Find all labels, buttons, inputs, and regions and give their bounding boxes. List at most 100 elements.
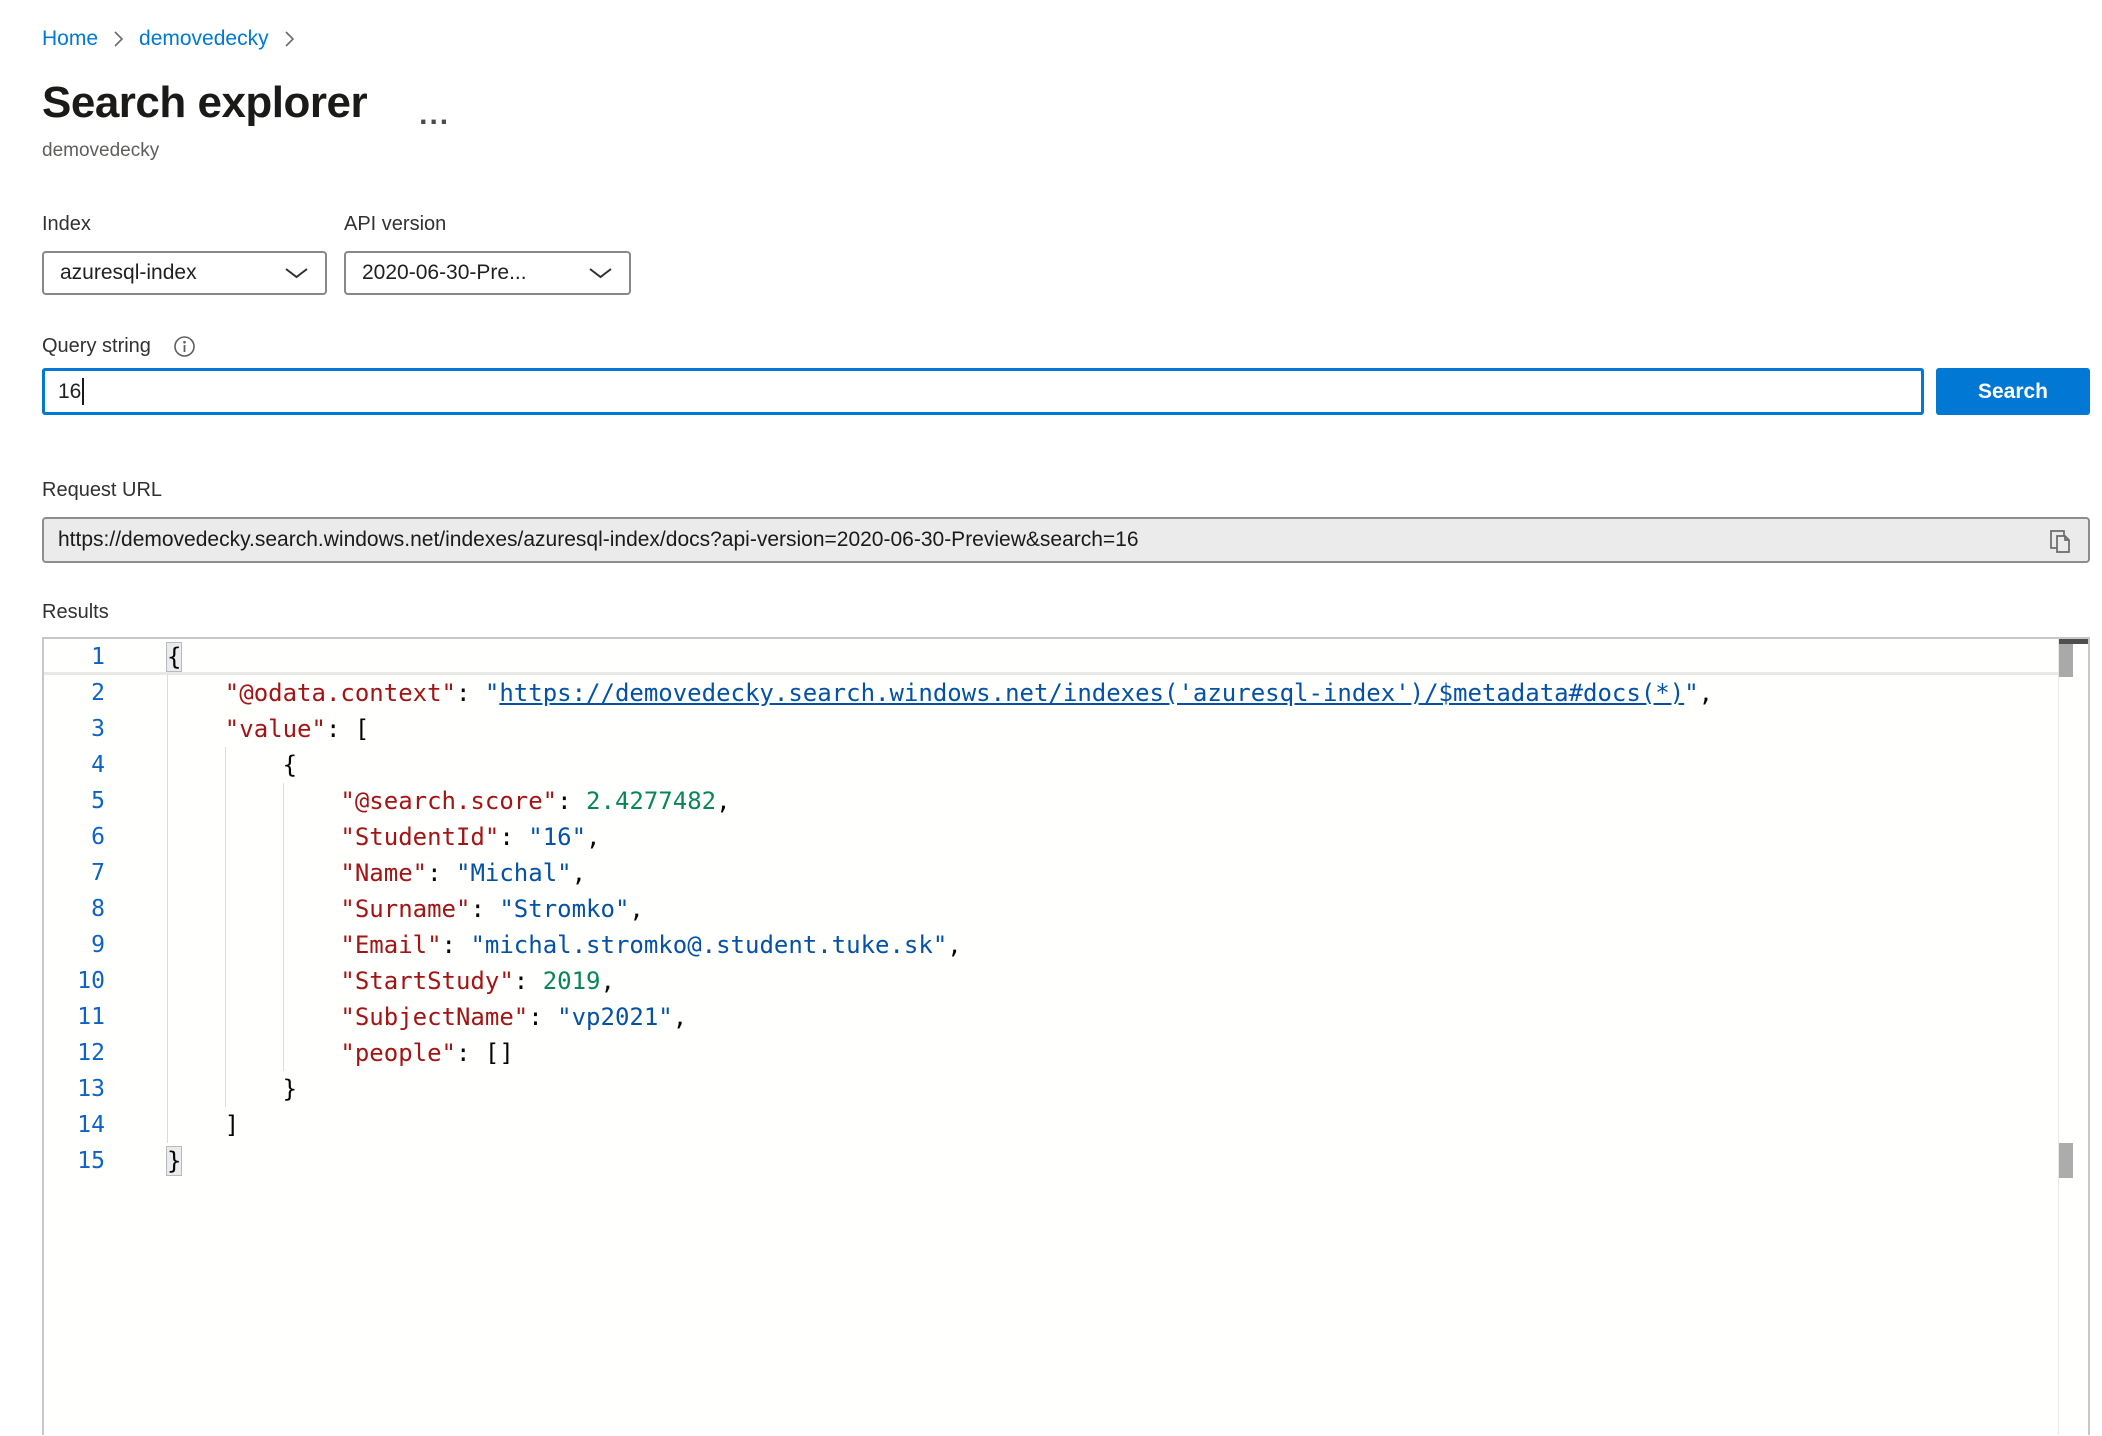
code-segment: , <box>1699 679 1713 707</box>
code-segment: "Surname" <box>340 895 470 923</box>
indent-guide <box>167 747 168 783</box>
code-line-content: "@odata.context": "https://demovedecky.s… <box>105 675 2058 711</box>
code-segment: [] <box>485 1039 514 1067</box>
indent-guide <box>225 819 226 855</box>
code-segment: , <box>673 1003 687 1031</box>
code-segment <box>167 679 225 707</box>
code-segment: "@search.score" <box>340 787 557 815</box>
code-segment: : <box>456 679 485 707</box>
indent-guide <box>225 963 226 999</box>
results-label: Results <box>42 601 2090 626</box>
text-caret <box>82 378 84 405</box>
line-number: 7 <box>44 855 105 891</box>
results-editor-lines: 1{2 "@odata.context": "https://demovedec… <box>44 639 2058 1179</box>
code-line-content: "value": [ <box>105 711 2058 747</box>
index-dropdown[interactable]: azuresql-index <box>42 251 327 295</box>
code-line: 9 "Email": "michal.stromko@.student.tuke… <box>44 927 2058 963</box>
scrollbar-thumb[interactable] <box>2059 644 2073 677</box>
code-segment <box>167 1039 340 1067</box>
code-segment: : <box>442 931 471 959</box>
code-segment: "Stromko" <box>499 895 629 923</box>
code-segment: , <box>586 823 600 851</box>
code-line: 14 ] <box>44 1107 2058 1143</box>
code-line-content: { <box>105 747 2058 783</box>
indent-guide <box>225 747 226 783</box>
code-segment: ] <box>225 1111 239 1139</box>
indent-guide <box>283 819 284 855</box>
indent-guide <box>167 675 168 711</box>
code-segment: , <box>600 967 614 995</box>
code-line-content: "Email": "michal.stromko@.student.tuke.s… <box>105 927 2058 963</box>
code-line: 5 "@search.score": 2.4277482, <box>44 783 2058 819</box>
copy-icon[interactable] <box>2046 527 2076 557</box>
indent-guide <box>167 999 168 1035</box>
code-line: 13 } <box>44 1071 2058 1107</box>
scrollbar-bracket-mark <box>2059 1143 2073 1178</box>
code-link[interactable]: https://demovedecky.search.windows.net/i… <box>499 679 1684 707</box>
indent-guide <box>283 927 284 963</box>
info-icon[interactable] <box>173 335 196 358</box>
line-number: 14 <box>44 1107 105 1143</box>
code-segment: "Michal" <box>456 859 572 887</box>
code-segment: "vp2021" <box>557 1003 673 1031</box>
code-segment <box>167 895 340 923</box>
line-number: 3 <box>44 711 105 747</box>
more-commands-button[interactable]: ... <box>419 106 450 124</box>
query-input[interactable]: 16 <box>42 368 1924 415</box>
code-segment: "value" <box>225 715 326 743</box>
code-segment: " <box>1684 679 1698 707</box>
line-number: 1 <box>44 639 105 672</box>
index-dropdown-value: azuresql-index <box>60 261 274 285</box>
query-input-value: 16 <box>58 380 81 404</box>
line-number: 8 <box>44 891 105 927</box>
results-editor[interactable]: 1{2 "@odata.context": "https://demovedec… <box>42 637 2090 1435</box>
code-line-content: "@search.score": 2.4277482, <box>105 783 2058 819</box>
indent-guide <box>167 1035 168 1071</box>
indent-guide <box>167 927 168 963</box>
code-line: 15} <box>44 1143 2058 1179</box>
code-line-content: { <box>105 639 2058 672</box>
indent-guide <box>167 1071 168 1107</box>
request-url-field[interactable]: https://demovedecky.search.windows.net/i… <box>42 517 2090 563</box>
code-line: 12 "people": [] <box>44 1035 2058 1071</box>
code-line-content: } <box>105 1143 2058 1179</box>
page-title: Search explorer <box>42 78 367 128</box>
code-segment: "SubjectName" <box>340 1003 528 1031</box>
page-subtitle: demovedecky <box>42 140 2102 162</box>
code-segment: { <box>283 751 297 779</box>
code-segment: "StartStudy" <box>340 967 513 995</box>
line-number: 11 <box>44 999 105 1035</box>
indent-guide <box>225 855 226 891</box>
code-line: 8 "Surname": "Stromko", <box>44 891 2058 927</box>
search-explorer-page: Home demovedecky Search explorer ... dem… <box>0 0 2102 1435</box>
indent-guide <box>283 891 284 927</box>
breadcrumb-demovedecky-link[interactable]: demovedecky <box>139 27 269 51</box>
search-button[interactable]: Search <box>1936 368 2090 415</box>
code-line-content: "StartStudy": 2019, <box>105 963 2058 999</box>
indent-guide <box>167 819 168 855</box>
code-segment <box>167 1111 225 1139</box>
line-number: 5 <box>44 783 105 819</box>
code-segment <box>167 931 340 959</box>
indent-guide <box>167 891 168 927</box>
editor-scrollbar[interactable] <box>2058 639 2088 1435</box>
code-segment: : <box>499 823 528 851</box>
indent-guide <box>225 783 226 819</box>
request-url-label: Request URL <box>42 479 2090 504</box>
code-segment: 2019 <box>543 967 601 995</box>
api-version-dropdown[interactable]: 2020-06-30-Pre... <box>344 251 631 295</box>
indent-guide <box>225 999 226 1035</box>
indent-guide <box>283 855 284 891</box>
code-line-content: "Name": "Michal", <box>105 855 2058 891</box>
code-segment <box>167 1003 340 1031</box>
code-segment: : <box>528 1003 557 1031</box>
breadcrumb-home-link[interactable]: Home <box>42 27 98 51</box>
query-string-label: Query string <box>42 335 151 359</box>
line-number: 13 <box>44 1071 105 1107</box>
code-segment: : <box>514 967 543 995</box>
code-segment <box>167 859 340 887</box>
line-number: 12 <box>44 1035 105 1071</box>
chevron-right-icon <box>282 28 297 50</box>
line-number: 9 <box>44 927 105 963</box>
code-segment: , <box>716 787 730 815</box>
